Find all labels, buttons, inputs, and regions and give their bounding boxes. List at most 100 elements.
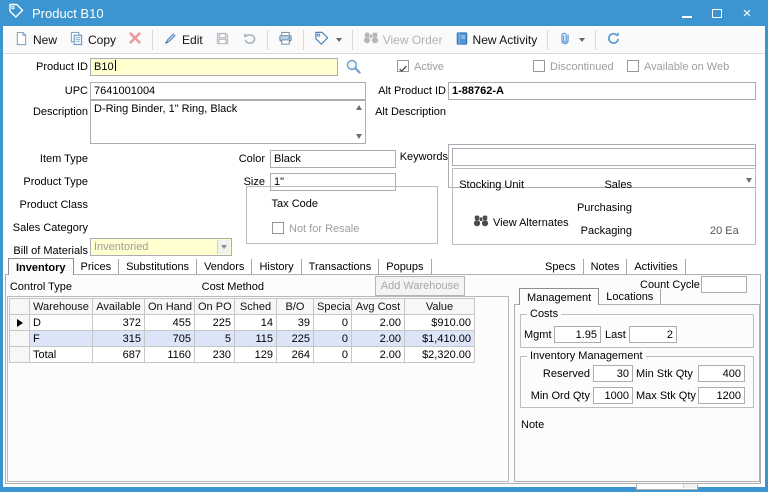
- inventory-management-legend: Inventory Management: [527, 350, 646, 362]
- tab-popups[interactable]: Popups: [379, 259, 432, 275]
- discontinued-checkbox[interactable]: [533, 60, 545, 72]
- toolbar: New Copy Edit View Order New Activity: [3, 26, 765, 54]
- col-bo[interactable]: B/O: [276, 298, 314, 315]
- tab-locations[interactable]: Locations: [599, 289, 662, 305]
- tab-management[interactable]: Management: [519, 288, 600, 305]
- save-button[interactable]: [210, 28, 235, 52]
- new-button[interactable]: New: [9, 28, 62, 52]
- window-title: Product B10: [32, 5, 104, 21]
- note-label: Note: [521, 419, 545, 431]
- toolbar-separator: [152, 29, 154, 50]
- refresh-button[interactable]: [601, 28, 626, 52]
- cell: 264: [276, 346, 314, 363]
- costs-legend: Costs: [527, 308, 562, 320]
- tab-activities[interactable]: Activities: [627, 259, 686, 275]
- edit-button[interactable]: Edit: [158, 28, 208, 52]
- view-order-button[interactable]: View Order: [358, 28, 448, 51]
- table-header-row: Warehouse Available On Hand On PO Sched …: [9, 298, 475, 315]
- available-on-web-checkbox[interactable]: [627, 60, 639, 72]
- delete-x-icon: [128, 31, 142, 48]
- tax-code-label: Tax Code: [271, 198, 318, 210]
- pencil-icon: [163, 31, 178, 49]
- cell: 39: [276, 314, 314, 331]
- col-on-hand[interactable]: On Hand: [144, 298, 195, 315]
- side-tabstrip: Specs Notes Activities: [538, 258, 686, 275]
- close-button[interactable]: ×: [732, 0, 762, 26]
- chevron-down-icon: [217, 240, 230, 254]
- view-alternates-link[interactable]: View Alternates: [493, 214, 583, 232]
- color-field[interactable]: Black: [270, 150, 396, 168]
- tab-prices[interactable]: Prices: [74, 259, 120, 275]
- scroll-up-icon[interactable]: [356, 105, 362, 110]
- view-order-label: View Order: [382, 32, 443, 47]
- keywords-field[interactable]: [452, 148, 756, 166]
- product-type-label: Product Type: [23, 176, 88, 188]
- min-stk-qty-field[interactable]: 400: [698, 365, 745, 382]
- cell: 115: [234, 330, 277, 347]
- add-warehouse-button[interactable]: Add Warehouse: [375, 276, 465, 296]
- undo-arrow-icon: [242, 31, 257, 49]
- delete-button[interactable]: [123, 28, 147, 51]
- color-label: Color: [238, 153, 265, 165]
- copy-button[interactable]: Copy: [64, 28, 121, 52]
- activity-book-icon: [455, 31, 469, 49]
- paperclip-icon: [558, 31, 572, 49]
- alt-product-id-field[interactable]: 1-88762-A: [448, 82, 756, 100]
- active-checkbox[interactable]: [397, 60, 409, 73]
- print-button[interactable]: [273, 28, 298, 52]
- table-row-f[interactable]: F 315 705 5 115 225 0 2.00 $1,410.00: [9, 330, 475, 347]
- control-type-label: Control Type: [9, 281, 72, 293]
- tab-notes[interactable]: Notes: [584, 259, 628, 275]
- description-textarea[interactable]: D-Ring Binder, 1" Ring, Black: [90, 100, 366, 144]
- available-on-web-checkbox-label: Available on Web: [644, 61, 730, 73]
- new-activity-button[interactable]: New Activity: [450, 28, 543, 52]
- col-available[interactable]: Available: [92, 298, 145, 315]
- tab-history[interactable]: History: [252, 259, 302, 275]
- undo-button[interactable]: [237, 28, 262, 52]
- not-for-resale-checkbox[interactable]: [272, 222, 284, 234]
- row-indicator-header: [9, 298, 30, 315]
- tab-specs[interactable]: Specs: [538, 259, 584, 275]
- cell: 1160: [144, 346, 195, 363]
- col-on-po[interactable]: On PO: [194, 298, 235, 315]
- col-avg-cost[interactable]: Avg Cost: [351, 298, 405, 315]
- cell: F: [29, 330, 93, 347]
- table-row-total[interactable]: Total 687 1160 230 129 264 0 2.00 $2,320…: [9, 346, 475, 363]
- scroll-down-icon[interactable]: [356, 134, 362, 139]
- tag-icon: [314, 31, 329, 49]
- maximize-button[interactable]: [702, 0, 732, 26]
- tag-menu-button[interactable]: [309, 28, 347, 52]
- col-special[interactable]: Special: [313, 298, 352, 315]
- minimize-button[interactable]: [672, 0, 702, 26]
- tab-inventory[interactable]: Inventory: [8, 258, 74, 275]
- last-cost-field[interactable]: 2: [629, 326, 677, 343]
- attachment-menu-button[interactable]: [553, 28, 590, 52]
- col-warehouse[interactable]: Warehouse: [29, 298, 93, 315]
- tab-substitutions[interactable]: Substitutions: [119, 259, 198, 275]
- not-for-resale-label: Not for Resale: [289, 223, 360, 235]
- search-icon[interactable]: [345, 58, 362, 80]
- table-row-d[interactable]: D 372 455 225 14 39 0 2.00 $910.00: [9, 314, 475, 331]
- cell: $910.00: [404, 314, 475, 331]
- tab-vendors[interactable]: Vendors: [197, 259, 253, 275]
- cell: 0: [313, 346, 352, 363]
- mgmt-cost-field[interactable]: 1.95: [554, 326, 601, 343]
- max-stk-qty-field[interactable]: 1200: [698, 387, 745, 404]
- product-id-value: B10: [94, 61, 114, 73]
- cell: 230: [194, 346, 235, 363]
- count-cycle-field[interactable]: [701, 276, 747, 293]
- product-id-field[interactable]: B10: [90, 58, 338, 76]
- toolbar-separator: [547, 29, 549, 50]
- min-ord-qty-field[interactable]: 1000: [593, 387, 633, 404]
- upc-field[interactable]: 7641001004: [90, 82, 366, 100]
- printer-icon: [278, 31, 293, 49]
- item-type-select[interactable]: Inventoried: [90, 238, 232, 256]
- description-value: D-Ring Binder, 1" Ring, Black: [94, 103, 238, 115]
- cell: 372: [92, 314, 145, 331]
- cell: $2,320.00: [404, 346, 475, 363]
- cell: 2.00: [351, 346, 405, 363]
- reserved-field[interactable]: 30: [593, 365, 633, 382]
- tab-transactions[interactable]: Transactions: [302, 259, 380, 275]
- col-sched[interactable]: Sched: [234, 298, 277, 315]
- col-value[interactable]: Value: [404, 298, 475, 315]
